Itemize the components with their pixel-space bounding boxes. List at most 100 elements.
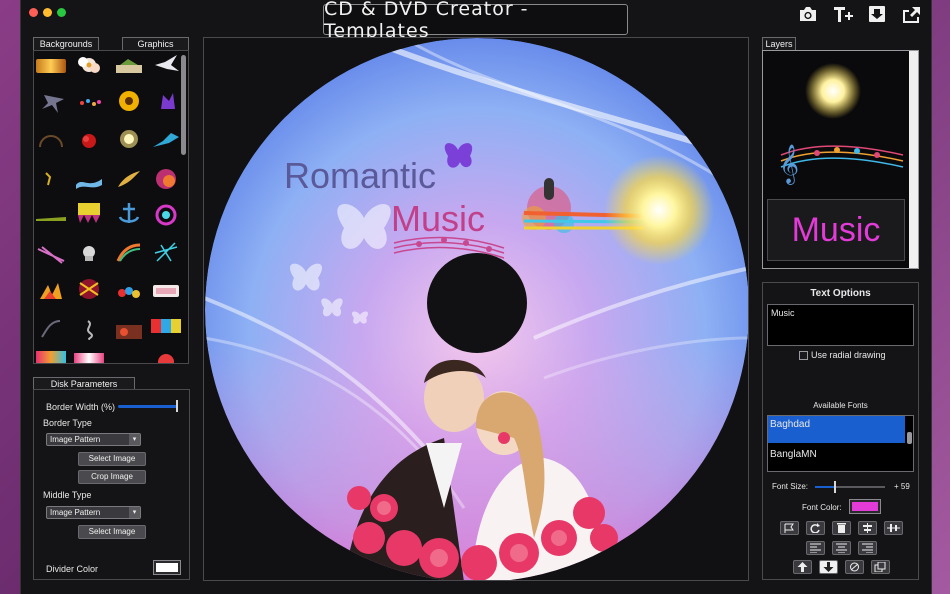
graphic-thumb[interactable]	[36, 279, 66, 303]
camera-icon[interactable]	[797, 4, 819, 24]
graphic-thumb[interactable]	[74, 201, 104, 225]
available-fonts-label: Available Fonts	[813, 401, 868, 410]
chevron-down-icon: ▾	[129, 507, 140, 518]
tab-layers[interactable]: Layers	[762, 37, 796, 50]
cd-disc[interactable]: Romantic Music	[204, 38, 749, 581]
middle-select-image-button[interactable]: Select Image	[78, 525, 146, 539]
layers-scrollbar[interactable]	[909, 51, 918, 268]
font-size-slider-knob[interactable]	[834, 481, 836, 493]
graphic-thumb[interactable]	[74, 91, 104, 115]
graphics-gallery[interactable]	[33, 50, 189, 364]
graphic-thumb[interactable]	[151, 89, 181, 113]
download-icon[interactable]	[866, 4, 888, 24]
rotate-icon[interactable]	[806, 521, 825, 535]
add-text-icon[interactable]	[832, 4, 854, 24]
graphic-thumb[interactable]	[74, 277, 104, 301]
border-width-slider-knob[interactable]	[176, 400, 178, 412]
layer-text-music[interactable]: Music	[767, 199, 905, 261]
graphic-thumb[interactable]	[151, 241, 181, 265]
graphic-thumb[interactable]	[151, 129, 181, 153]
graphic-thumb[interactable]	[114, 281, 144, 305]
font-list-item-selected[interactable]: Baghdad	[768, 416, 905, 443]
graphic-thumb[interactable]	[114, 55, 144, 79]
crop-image-button[interactable]: Crop Image	[78, 470, 146, 484]
graphic-thumb[interactable]	[114, 89, 144, 113]
text-align-center-icon[interactable]	[832, 541, 851, 555]
divider-color-well[interactable]	[153, 560, 181, 575]
title-bar: CD & DVD Creator - Templates	[21, 0, 933, 42]
graphic-thumb[interactable]	[74, 129, 104, 153]
middle-type-label: Middle Type	[43, 490, 92, 500]
font-list-item[interactable]: BanglaMN	[768, 443, 905, 470]
trash-icon[interactable]	[832, 521, 851, 535]
font-size-slider[interactable]	[815, 486, 885, 488]
window-title: CD & DVD Creator - Templates	[323, 0, 628, 42]
layer-music-notes[interactable]: 𝄞	[777, 135, 907, 185]
border-type-value: Image Pattern	[50, 435, 101, 444]
flag-icon[interactable]	[780, 521, 799, 535]
minimize-window-button[interactable]	[43, 8, 52, 17]
chevron-down-icon: ▾	[129, 434, 140, 445]
graphic-thumb[interactable]	[151, 279, 181, 303]
graphic-thumb[interactable]	[151, 203, 181, 227]
graphic-thumb[interactable]	[36, 243, 66, 267]
border-width-slider[interactable]	[118, 405, 178, 408]
layers-list[interactable]: 𝄞 Music	[762, 50, 919, 269]
graphic-thumb[interactable]	[36, 317, 66, 341]
font-size-slider-fill	[815, 486, 835, 488]
flip-icon[interactable]	[845, 560, 864, 574]
graphic-thumb[interactable]	[114, 241, 144, 265]
tab-backgrounds[interactable]: Backgrounds	[33, 37, 99, 50]
border-width-label: Border Width (%)	[46, 402, 116, 412]
graphic-thumb[interactable]	[114, 127, 144, 151]
graphic-thumb[interactable]	[74, 353, 104, 363]
arrow-up-icon[interactable]	[793, 560, 812, 574]
text-options-title: Text Options	[810, 288, 871, 299]
radial-drawing-label: Use radial drawing	[811, 350, 886, 360]
font-list-scrollbar[interactable]	[907, 432, 912, 444]
duplicate-icon[interactable]	[871, 560, 890, 574]
divider-color-label: Divider Color	[46, 564, 99, 574]
graphic-thumb[interactable]	[151, 351, 181, 363]
middle-type-value: Image Pattern	[50, 508, 101, 517]
graphic-thumb[interactable]	[114, 167, 144, 191]
select-image-button[interactable]: Select Image	[78, 452, 146, 466]
close-window-button[interactable]	[29, 8, 38, 17]
radial-drawing-checkbox[interactable]	[799, 351, 808, 360]
graphic-thumb[interactable]	[74, 53, 104, 77]
align-center-vertical-icon[interactable]	[858, 521, 877, 535]
graphic-thumb[interactable]	[36, 207, 66, 231]
text-input[interactable]: Music	[767, 304, 914, 346]
graphic-thumb[interactable]	[151, 53, 181, 77]
graphic-thumb[interactable]	[36, 59, 66, 73]
graphic-thumb[interactable]	[36, 167, 66, 191]
border-type-select[interactable]: Image Pattern ▾	[46, 433, 141, 446]
graphic-thumb[interactable]	[36, 351, 66, 363]
font-size-value: + 59	[894, 482, 910, 491]
tab-graphics[interactable]: Graphics	[122, 37, 189, 50]
graphic-thumb[interactable]	[114, 319, 144, 343]
graphic-thumb[interactable]	[151, 317, 181, 341]
zoom-window-button[interactable]	[57, 8, 66, 17]
graphic-thumb[interactable]	[114, 201, 144, 225]
disc-title-line1[interactable]: Romantic	[284, 155, 436, 196]
layer-sun[interactable]	[805, 63, 861, 119]
disc-title-line2[interactable]: Music	[391, 198, 485, 239]
arrow-down-icon[interactable]	[819, 560, 838, 574]
text-align-left-icon[interactable]	[806, 541, 825, 555]
align-center-horizontal-icon[interactable]	[884, 521, 903, 535]
font-color-well[interactable]	[849, 499, 881, 514]
graphic-thumb[interactable]	[36, 129, 66, 153]
middle-type-select[interactable]: Image Pattern ▾	[46, 506, 141, 519]
share-icon[interactable]	[900, 4, 922, 24]
graphic-thumb[interactable]	[74, 241, 104, 265]
gallery-scrollbar[interactable]	[181, 55, 186, 155]
graphic-thumb[interactable]	[74, 317, 104, 341]
graphic-thumb[interactable]	[151, 167, 181, 191]
font-list[interactable]: Baghdad BanglaMN	[767, 415, 914, 472]
text-align-right-icon[interactable]	[858, 541, 877, 555]
divider-color-swatch	[156, 563, 178, 572]
design-canvas[interactable]: Romantic Music	[203, 37, 749, 581]
graphic-thumb[interactable]	[36, 91, 66, 115]
graphic-thumb[interactable]	[74, 169, 104, 193]
